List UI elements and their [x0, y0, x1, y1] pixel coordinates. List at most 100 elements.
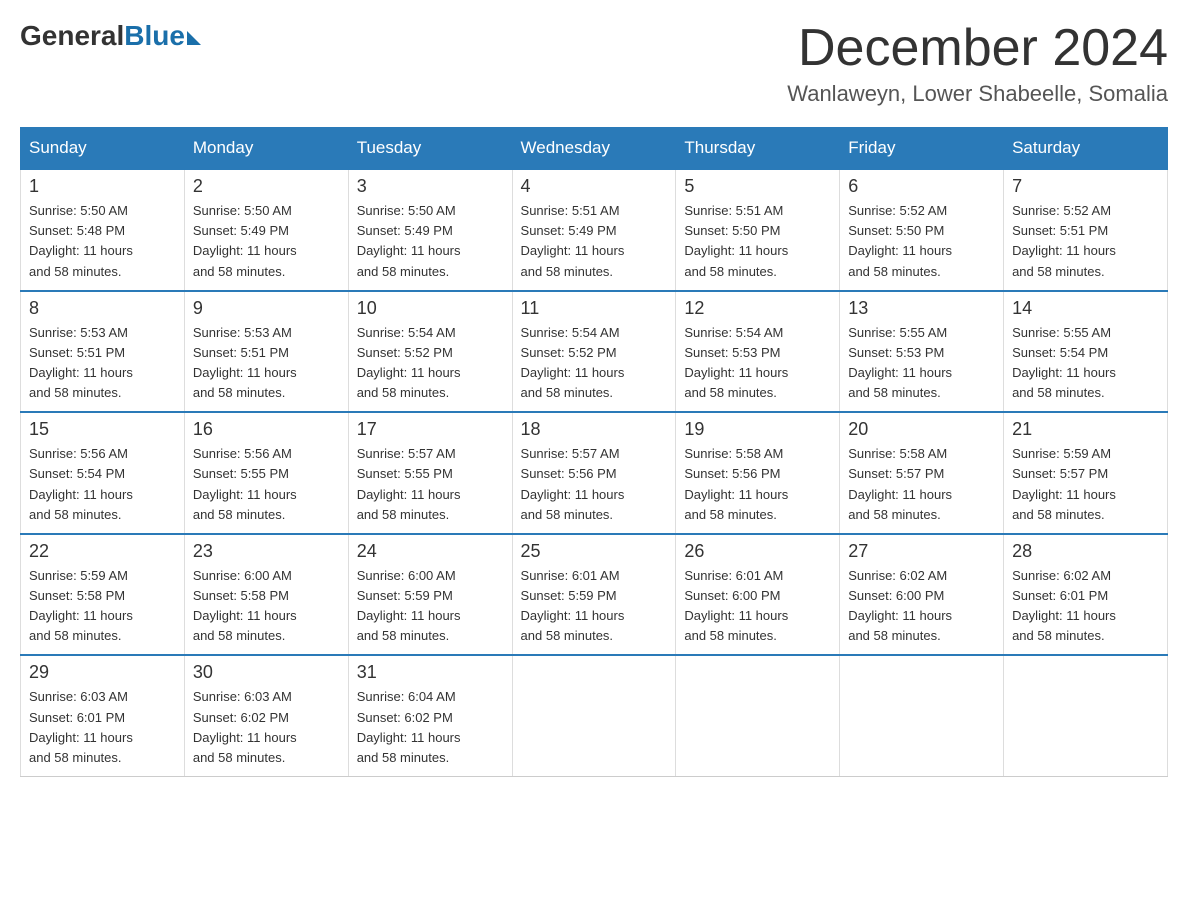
calendar-cell: 11Sunrise: 5:54 AMSunset: 5:52 PMDayligh…	[512, 291, 676, 413]
calendar-week-row: 8 Sunrise: 5:53 AMSunset: 5:51 PMDaylight…	[21, 291, 1168, 413]
calendar-cell: 22Sunrise: 5:59 AMSunset: 5:58 PMDayligh…	[21, 534, 185, 656]
calendar-table: SundayMondayTuesdayWednesdayThursdayFrid…	[20, 127, 1168, 777]
day-number: 19	[684, 419, 831, 440]
logo-blue-part: Blue	[124, 20, 201, 52]
calendar-cell	[512, 655, 676, 776]
calendar-header-row: SundayMondayTuesdayWednesdayThursdayFrid…	[21, 128, 1168, 170]
calendar-week-row: 15Sunrise: 5:56 AMSunset: 5:54 PMDayligh…	[21, 412, 1168, 534]
header-friday: Friday	[840, 128, 1004, 170]
day-number: 31	[357, 662, 504, 683]
header-monday: Monday	[184, 128, 348, 170]
day-number: 27	[848, 541, 995, 562]
day-info: Sunrise: 6:00 AMSunset: 5:59 PMDaylight:…	[357, 566, 504, 647]
calendar-cell: 7 Sunrise: 5:52 AMSunset: 5:51 PMDaylight…	[1004, 169, 1168, 291]
day-info: Sunrise: 5:56 AMSunset: 5:55 PMDaylight:…	[193, 444, 340, 525]
day-info: Sunrise: 5:53 AMSunset: 5:51 PMDaylight:…	[29, 323, 176, 404]
day-info: Sunrise: 6:04 AMSunset: 6:02 PMDaylight:…	[357, 687, 504, 768]
calendar-cell: 15Sunrise: 5:56 AMSunset: 5:54 PMDayligh…	[21, 412, 185, 534]
calendar-week-row: 29 Sunrise: 6:03 AMSunset: 6:01 PMDayligh…	[21, 655, 1168, 776]
calendar-cell: 28 Sunrise: 6:02 AMSunset: 6:01 PMDayligh…	[1004, 534, 1168, 656]
calendar-cell: 20 Sunrise: 5:58 AMSunset: 5:57 PMDayligh…	[840, 412, 1004, 534]
day-number: 29	[29, 662, 176, 683]
logo-triangle-icon	[187, 31, 201, 45]
day-info: Sunrise: 5:51 AMSunset: 5:50 PMDaylight:…	[684, 201, 831, 282]
day-number: 25	[521, 541, 668, 562]
logo: General Blue	[20, 20, 201, 52]
calendar-cell: 30 Sunrise: 6:03 AMSunset: 6:02 PMDayligh…	[184, 655, 348, 776]
day-number: 6	[848, 176, 995, 197]
day-info: Sunrise: 5:59 AMSunset: 5:57 PMDaylight:…	[1012, 444, 1159, 525]
header-wednesday: Wednesday	[512, 128, 676, 170]
day-info: Sunrise: 6:03 AMSunset: 6:01 PMDaylight:…	[29, 687, 176, 768]
calendar-week-row: 1Sunrise: 5:50 AMSunset: 5:48 PMDaylight…	[21, 169, 1168, 291]
day-number: 28	[1012, 541, 1159, 562]
day-number: 9	[193, 298, 340, 319]
calendar-cell: 23 Sunrise: 6:00 AMSunset: 5:58 PMDayligh…	[184, 534, 348, 656]
day-info: Sunrise: 5:58 AMSunset: 5:57 PMDaylight:…	[848, 444, 995, 525]
calendar-cell: 4 Sunrise: 5:51 AMSunset: 5:49 PMDaylight…	[512, 169, 676, 291]
calendar-cell: 29 Sunrise: 6:03 AMSunset: 6:01 PMDayligh…	[21, 655, 185, 776]
calendar-cell: 6 Sunrise: 5:52 AMSunset: 5:50 PMDaylight…	[840, 169, 1004, 291]
day-number: 7	[1012, 176, 1159, 197]
header-sunday: Sunday	[21, 128, 185, 170]
day-info: Sunrise: 5:52 AMSunset: 5:50 PMDaylight:…	[848, 201, 995, 282]
calendar-cell	[1004, 655, 1168, 776]
calendar-cell	[676, 655, 840, 776]
day-number: 8	[29, 298, 176, 319]
day-info: Sunrise: 5:58 AMSunset: 5:56 PMDaylight:…	[684, 444, 831, 525]
day-number: 1	[29, 176, 176, 197]
day-info: Sunrise: 5:54 AMSunset: 5:53 PMDaylight:…	[684, 323, 831, 404]
day-number: 5	[684, 176, 831, 197]
day-number: 4	[521, 176, 668, 197]
day-info: Sunrise: 6:02 AMSunset: 6:00 PMDaylight:…	[848, 566, 995, 647]
calendar-cell: 16Sunrise: 5:56 AMSunset: 5:55 PMDayligh…	[184, 412, 348, 534]
calendar-cell: 1Sunrise: 5:50 AMSunset: 5:48 PMDaylight…	[21, 169, 185, 291]
calendar-cell: 21Sunrise: 5:59 AMSunset: 5:57 PMDayligh…	[1004, 412, 1168, 534]
day-info: Sunrise: 6:03 AMSunset: 6:02 PMDaylight:…	[193, 687, 340, 768]
day-number: 30	[193, 662, 340, 683]
day-info: Sunrise: 6:01 AMSunset: 5:59 PMDaylight:…	[521, 566, 668, 647]
calendar-cell: 31 Sunrise: 6:04 AMSunset: 6:02 PMDayligh…	[348, 655, 512, 776]
calendar-cell: 17 Sunrise: 5:57 AMSunset: 5:55 PMDayligh…	[348, 412, 512, 534]
day-number: 20	[848, 419, 995, 440]
day-number: 13	[848, 298, 995, 319]
day-info: Sunrise: 5:52 AMSunset: 5:51 PMDaylight:…	[1012, 201, 1159, 282]
day-number: 3	[357, 176, 504, 197]
day-number: 18	[521, 419, 668, 440]
location-title: Wanlaweyn, Lower Shabeelle, Somalia	[787, 81, 1168, 107]
day-info: Sunrise: 6:00 AMSunset: 5:58 PMDaylight:…	[193, 566, 340, 647]
calendar-cell: 25 Sunrise: 6:01 AMSunset: 5:59 PMDayligh…	[512, 534, 676, 656]
calendar-cell: 27 Sunrise: 6:02 AMSunset: 6:00 PMDayligh…	[840, 534, 1004, 656]
calendar-cell: 8 Sunrise: 5:53 AMSunset: 5:51 PMDaylight…	[21, 291, 185, 413]
header-saturday: Saturday	[1004, 128, 1168, 170]
day-number: 24	[357, 541, 504, 562]
header-thursday: Thursday	[676, 128, 840, 170]
day-info: Sunrise: 6:01 AMSunset: 6:00 PMDaylight:…	[684, 566, 831, 647]
day-info: Sunrise: 5:50 AMSunset: 5:49 PMDaylight:…	[357, 201, 504, 282]
day-number: 14	[1012, 298, 1159, 319]
day-info: Sunrise: 5:51 AMSunset: 5:49 PMDaylight:…	[521, 201, 668, 282]
page-header: General Blue December 2024 Wanlaweyn, Lo…	[20, 20, 1168, 107]
day-info: Sunrise: 5:57 AMSunset: 5:56 PMDaylight:…	[521, 444, 668, 525]
calendar-cell: 9 Sunrise: 5:53 AMSunset: 5:51 PMDaylight…	[184, 291, 348, 413]
day-number: 2	[193, 176, 340, 197]
day-info: Sunrise: 5:54 AMSunset: 5:52 PMDaylight:…	[521, 323, 668, 404]
day-number: 17	[357, 419, 504, 440]
day-info: Sunrise: 5:59 AMSunset: 5:58 PMDaylight:…	[29, 566, 176, 647]
calendar-cell: 13 Sunrise: 5:55 AMSunset: 5:53 PMDayligh…	[840, 291, 1004, 413]
day-number: 23	[193, 541, 340, 562]
month-title: December 2024	[787, 20, 1168, 77]
day-info: Sunrise: 5:53 AMSunset: 5:51 PMDaylight:…	[193, 323, 340, 404]
day-info: Sunrise: 5:55 AMSunset: 5:53 PMDaylight:…	[848, 323, 995, 404]
day-number: 26	[684, 541, 831, 562]
calendar-cell: 26 Sunrise: 6:01 AMSunset: 6:00 PMDayligh…	[676, 534, 840, 656]
header-tuesday: Tuesday	[348, 128, 512, 170]
day-info: Sunrise: 6:02 AMSunset: 6:01 PMDaylight:…	[1012, 566, 1159, 647]
day-info: Sunrise: 5:57 AMSunset: 5:55 PMDaylight:…	[357, 444, 504, 525]
calendar-cell	[840, 655, 1004, 776]
logo-blue-text: Blue	[124, 20, 185, 52]
calendar-cell: 14Sunrise: 5:55 AMSunset: 5:54 PMDayligh…	[1004, 291, 1168, 413]
day-number: 10	[357, 298, 504, 319]
calendar-cell: 5 Sunrise: 5:51 AMSunset: 5:50 PMDaylight…	[676, 169, 840, 291]
title-area: December 2024 Wanlaweyn, Lower Shabeelle…	[787, 20, 1168, 107]
